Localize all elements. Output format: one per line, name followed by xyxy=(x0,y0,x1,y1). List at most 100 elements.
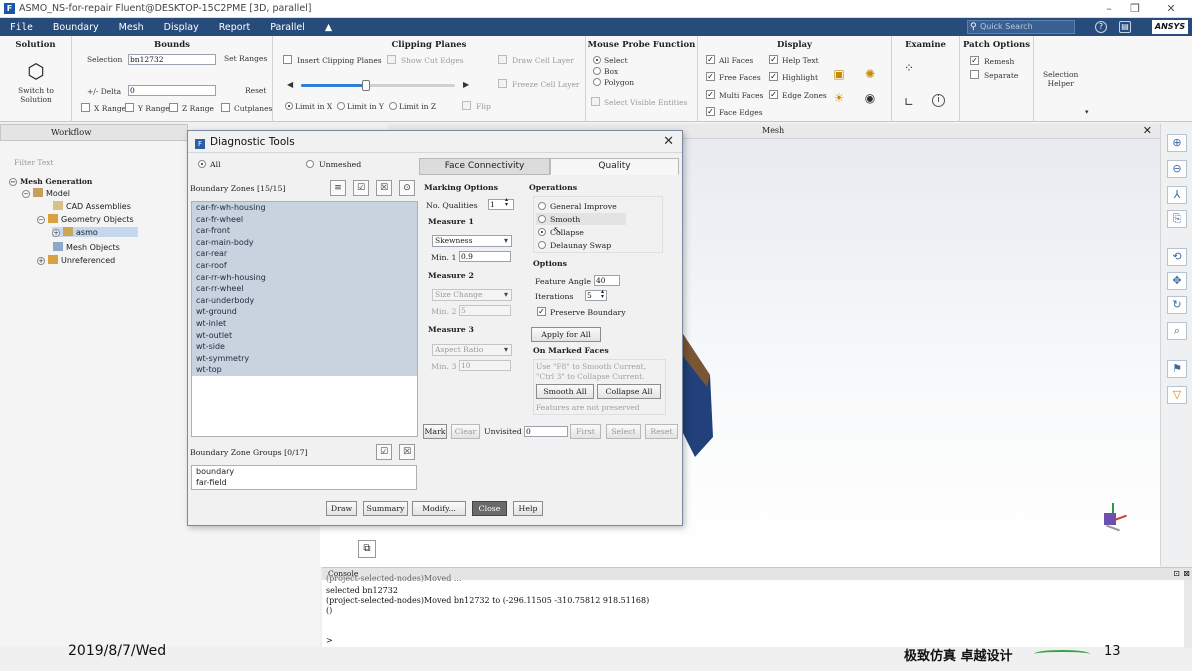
menu-boundary[interactable]: Boundary xyxy=(43,22,109,33)
x-range-checkbox[interactable] xyxy=(81,103,90,112)
select-button[interactable]: Select xyxy=(606,424,641,439)
filter-all-radio[interactable] xyxy=(198,160,206,168)
zone-item[interactable]: car-roof xyxy=(192,259,417,272)
boundary-zones-list[interactable]: car-fr-wh-housing car-fr-wheel car-front ca… xyxy=(191,201,418,437)
collapse-icon[interactable]: − xyxy=(22,190,30,198)
limit-y-radio[interactable] xyxy=(337,102,345,110)
clip-slider-thumb[interactable] xyxy=(361,80,370,91)
zone-item[interactable]: car-fr-wh-housing xyxy=(192,202,417,214)
select-all-icon[interactable]: ☑ xyxy=(353,180,369,196)
zone-item[interactable]: car-rear xyxy=(192,248,417,260)
workflow-tab[interactable]: Workflow xyxy=(0,124,188,141)
tree-unreferenced[interactable]: + Unreferenced xyxy=(37,255,115,265)
draw-cell-layer-checkbox[interactable] xyxy=(498,55,507,64)
examine-info-icon[interactable]: i xyxy=(932,94,945,107)
display-sun-icon[interactable]: ☀ xyxy=(831,90,847,106)
show-cut-edges-checkbox[interactable] xyxy=(387,55,396,64)
general-improve-radio[interactable] xyxy=(538,202,546,210)
display-color-icon[interactable]: ▣ xyxy=(831,66,847,82)
probe-icon[interactable]: ⚑ xyxy=(1167,360,1187,378)
menu-overflow-icon[interactable]: ▲ xyxy=(315,22,342,33)
quick-search-input[interactable]: ⚲ Quick Search xyxy=(967,20,1075,34)
restore-icon[interactable]: ❐ xyxy=(1126,2,1144,15)
selection-input[interactable]: bn12732 xyxy=(128,54,216,65)
min-1-input[interactable]: 0.9 xyxy=(459,251,511,262)
clip-slider-track[interactable] xyxy=(301,80,455,91)
zoom-in-icon[interactable]: ⊕ xyxy=(1167,134,1187,152)
display-eye-icon[interactable]: ◉ xyxy=(862,90,878,106)
freeze-cell-layer-checkbox[interactable] xyxy=(498,79,507,88)
zone-item[interactable]: car-underbody xyxy=(192,294,417,307)
collapse-radio[interactable] xyxy=(538,228,546,236)
orbit-icon[interactable]: ↻ xyxy=(1167,296,1187,314)
examine-nodes-icon[interactable]: ⁘ xyxy=(901,60,917,76)
cutplanes-checkbox[interactable] xyxy=(221,103,230,112)
separate-checkbox[interactable] xyxy=(970,70,979,79)
draw-button[interactable]: Draw xyxy=(326,501,357,516)
no-qualities-spinner-icon[interactable]: ▴ ▾ xyxy=(505,197,508,208)
zone-item[interactable]: wt-inlet xyxy=(192,317,417,330)
tree-asmo[interactable]: + asmo xyxy=(52,227,138,237)
filter-icon[interactable]: ▽ xyxy=(1167,386,1187,404)
first-button[interactable]: First xyxy=(570,424,601,439)
mark-button[interactable]: Mark xyxy=(423,424,447,439)
all-faces-checkbox[interactable]: ✓ xyxy=(706,55,715,64)
console-panel[interactable]: Console ⊡ ⊠ (project-selected-nodes)Move… xyxy=(322,567,1192,648)
selection-helper-button[interactable]: Selection Helper xyxy=(1043,70,1078,88)
zone-groups-list[interactable]: boundary far-field xyxy=(191,465,417,490)
groups-select-icon[interactable]: ☑ xyxy=(376,444,392,460)
reset-marks-button[interactable]: Reset xyxy=(645,424,678,439)
console-scrollbar[interactable] xyxy=(1184,580,1192,648)
measure-2-select[interactable]: Size Change xyxy=(432,289,512,301)
set-ranges-button[interactable]: Set Ranges xyxy=(224,54,267,63)
console-close-icon[interactable]: ⊠ xyxy=(1183,568,1190,580)
zoom-out-icon[interactable]: ⊖ xyxy=(1167,160,1187,178)
tab-face-connectivity[interactable]: Face Connectivity xyxy=(419,158,550,175)
tree-model[interactable]: − Model xyxy=(22,188,70,198)
axes-icon[interactable]: ⅄ xyxy=(1167,186,1187,204)
feature-angle-input[interactable]: 40 xyxy=(594,275,620,286)
delta-input[interactable]: 0 xyxy=(128,85,216,96)
min-3-input[interactable]: 10 xyxy=(459,360,511,371)
tree-cad-assemblies[interactable]: CAD Assemblies xyxy=(53,201,131,211)
group-item[interactable]: boundary xyxy=(192,466,416,477)
layout-icon[interactable]: ▤ xyxy=(1119,21,1131,33)
menu-display[interactable]: Display xyxy=(154,22,209,33)
group-item[interactable]: far-field xyxy=(192,477,416,488)
face-edges-checkbox[interactable]: ✓ xyxy=(706,107,715,116)
zone-item[interactable]: wt-ground xyxy=(192,306,417,318)
menu-report[interactable]: Report xyxy=(209,22,261,33)
unvisited-input[interactable]: 0 xyxy=(524,426,568,437)
deselect-all-icon[interactable]: ☒ xyxy=(376,180,392,196)
zone-item[interactable]: car-fr-wheel xyxy=(192,213,417,226)
measure-3-select[interactable]: Aspect Ratio xyxy=(432,344,512,356)
free-faces-checkbox[interactable]: ✓ xyxy=(706,72,715,81)
reset-button[interactable]: Reset xyxy=(245,86,266,95)
slider-left-arrow-icon[interactable]: ◀ xyxy=(287,80,293,89)
help-icon[interactable]: ? xyxy=(1095,21,1107,33)
zone-item[interactable]: car-rr-wheel xyxy=(192,283,417,295)
smooth-all-button[interactable]: Smooth All xyxy=(536,384,594,399)
zone-item[interactable]: car-main-body xyxy=(192,236,417,249)
zone-item[interactable]: wt-symmetry xyxy=(192,352,417,365)
switch-to-solution-button[interactable]: ⬡ Switch to Solution xyxy=(8,60,64,112)
slider-right-arrow-icon[interactable]: ▶ xyxy=(463,80,469,89)
remesh-checkbox[interactable]: ✓ xyxy=(970,56,979,65)
flip-checkbox[interactable] xyxy=(462,101,471,110)
dialog-close-icon[interactable]: ✕ xyxy=(663,134,674,149)
z-range-checkbox[interactable] xyxy=(169,103,178,112)
measure-1-select[interactable]: Skewness xyxy=(432,235,512,247)
menu-mesh[interactable]: Mesh xyxy=(109,22,154,33)
tree-mesh-objects[interactable]: Mesh Objects xyxy=(53,242,120,252)
close-window-icon[interactable]: ✕ xyxy=(1162,2,1180,15)
probe-select-radio[interactable] xyxy=(593,56,601,64)
limit-z-radio[interactable] xyxy=(389,102,397,110)
help-button[interactable]: Help xyxy=(513,501,543,516)
menu-file[interactable]: File xyxy=(0,22,43,33)
zone-item[interactable]: car-front xyxy=(192,225,417,237)
copy-icon[interactable]: ⎘ xyxy=(1167,210,1187,228)
expand-icon[interactable]: + xyxy=(52,229,60,237)
close-view-icon[interactable]: ✕ xyxy=(1143,124,1152,137)
console-float-icon[interactable]: ⊡ xyxy=(1173,568,1180,580)
min-2-input[interactable]: 5 xyxy=(459,305,511,316)
